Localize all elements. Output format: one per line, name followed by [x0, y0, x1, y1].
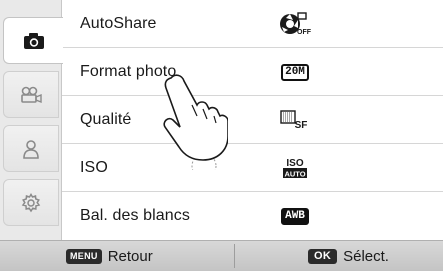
menu-item-photo-size[interactable]: Format photo 20M	[62, 48, 443, 96]
iso-icon-top-text: ISO	[286, 158, 303, 169]
menu-key-chip: MENU	[66, 248, 102, 264]
menu-item-label: Bal. des blancs	[80, 207, 191, 224]
menu-item-white-balance[interactable]: Bal. des blancs AWB	[62, 192, 443, 240]
ok-key-chip: OK	[308, 248, 338, 264]
menu-item-autoshare[interactable]: AutoShare OFF	[62, 0, 443, 48]
menu-tab-column	[0, 0, 63, 240]
format-20m-icon-text: 20M	[281, 63, 309, 81]
awb-icon-text: AWB	[281, 207, 309, 225]
bottom-bar: MENU Retour OK Sélect.	[0, 240, 443, 271]
tab-video[interactable]	[3, 71, 59, 118]
menu-item-quality[interactable]: Qualité SF	[62, 96, 443, 144]
tab-camera[interactable]	[3, 17, 63, 64]
menu-item-label: Format photo	[80, 63, 177, 80]
quality-superfine-icon: SF	[276, 108, 314, 132]
autoshare-off-badge: OFF	[297, 29, 312, 36]
select-button[interactable]: OK Sélect.	[308, 241, 389, 271]
person-icon	[21, 139, 41, 159]
menu-item-label: Qualité	[80, 111, 132, 128]
autoshare-off-icon: OFF	[276, 12, 314, 36]
menu-item-iso[interactable]: ISO ISO AUTO	[62, 144, 443, 192]
menu-item-label: ISO	[80, 159, 108, 176]
white-balance-auto-icon: AWB	[276, 204, 314, 228]
bottom-bar-divider	[234, 244, 235, 268]
select-label: Sélect.	[343, 247, 389, 265]
format-20m-icon: 20M	[276, 60, 314, 84]
camera-icon	[23, 32, 45, 50]
back-label: Retour	[107, 247, 153, 265]
video-camera-icon	[19, 86, 43, 104]
iso-icon-bottom-text: AUTO	[284, 170, 305, 179]
gear-icon	[21, 192, 41, 213]
back-button[interactable]: MENU Retour	[66, 241, 153, 271]
quality-badge: SF	[295, 120, 308, 130]
camera-menu-screen: AutoShare OFF Format photo 20M Qualité S…	[0, 0, 443, 271]
iso-auto-icon: ISO AUTO	[276, 156, 314, 180]
menu-list: AutoShare OFF Format photo 20M Qualité S…	[62, 0, 443, 240]
menu-item-label: AutoShare	[80, 15, 157, 32]
tab-user[interactable]	[3, 125, 59, 172]
tab-settings[interactable]	[3, 179, 59, 226]
